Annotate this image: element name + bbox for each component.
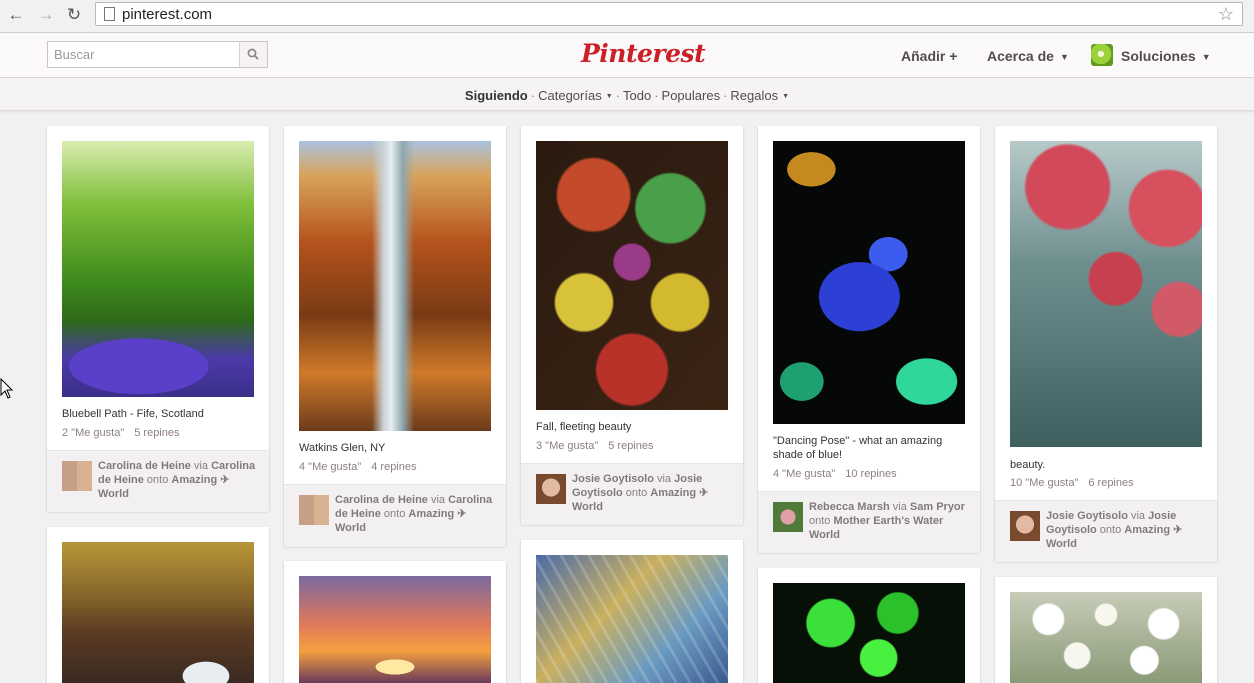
pinner-avatar[interactable] [536, 474, 566, 504]
pin-description: Watkins Glen, NY [299, 442, 386, 454]
mouse-cursor-icon [0, 378, 14, 399]
pin-card[interactable] [995, 577, 1217, 683]
pin-card[interactable]: Watkins Glen, NY 4 "Me gusta" 4 repines C… [284, 126, 506, 547]
pin-image-blue-fish[interactable] [773, 141, 965, 424]
likes-count: 2 "Me gusta" [62, 427, 125, 439]
onto-text: onto [146, 474, 169, 486]
onto-text: onto [1099, 524, 1122, 536]
user-avatar[interactable] [1091, 44, 1113, 66]
pin-card[interactable] [758, 568, 980, 683]
pin-card[interactable] [284, 561, 506, 683]
pin-image-frost-pattern[interactable] [536, 555, 728, 683]
nav-all[interactable]: Todo [623, 88, 651, 103]
pin-description: "Dancing Pose" - what an amazing shade o… [773, 435, 943, 461]
via-text: via [656, 473, 672, 485]
pin-image-sunset[interactable] [299, 576, 491, 683]
pin-attribution: Carolina de Heine via Carolina de Heine … [47, 450, 269, 512]
add-button[interactable]: Añadir + [901, 48, 957, 64]
pin-description: Bluebell Path - Fife, Scotland [62, 408, 204, 420]
pin-card[interactable]: beauty. 10 "Me gusta" 6 repines Josie Goy… [995, 126, 1217, 562]
board-link[interactable]: Mother Earth's Water World [809, 515, 943, 541]
browser-toolbar: ← → ↻ pinterest.com ☆ [0, 0, 1254, 33]
back-arrow-icon[interactable]: ← [6, 5, 26, 25]
pin-image-bluebell-forest[interactable] [62, 141, 254, 397]
pin-card[interactable]: Fall, fleeting beauty 3 "Me gusta" 5 repi… [521, 126, 743, 525]
pinner-avatar[interactable] [62, 461, 92, 491]
search-box [47, 41, 268, 68]
pinner-link[interactable]: Josie Goytisolo [572, 473, 654, 485]
likes-count: 3 "Me gusta" [536, 440, 599, 452]
about-menu[interactable]: Acerca de ▼ [987, 48, 1069, 64]
chevron-down-icon: ▼ [782, 93, 790, 100]
repins-count: 4 repines [371, 461, 417, 473]
reload-icon[interactable]: ↻ [64, 5, 84, 25]
pin-stats: 3 "Me gusta" 5 repines [536, 440, 654, 452]
likes-count: 10 "Me gusta" [1010, 477, 1079, 489]
chevron-down-icon: ▼ [1059, 52, 1069, 62]
about-label: Acerca de [987, 48, 1054, 64]
via-text: via [193, 460, 209, 472]
pin-card[interactable]: Bluebell Path - Fife, Scotland 2 "Me gus… [47, 126, 269, 512]
pin-stats: 10 "Me gusta" 6 repines [1010, 477, 1134, 489]
pin-card[interactable] [47, 527, 269, 683]
nav-categories[interactable]: Categorías [538, 88, 602, 103]
pin-description: beauty. [1010, 459, 1046, 471]
pin-stats: 4 "Me gusta" 10 repines [773, 468, 897, 480]
likes-count: 4 "Me gusta" [299, 461, 362, 473]
pin-image-glowing-mushrooms[interactable] [773, 583, 965, 683]
chevron-down-icon: ▼ [1201, 52, 1211, 62]
pin-attribution: Josie Goytisolo via Josie Goytisolo onto… [995, 500, 1217, 562]
via-text: via [892, 501, 907, 513]
url-text[interactable]: pinterest.com [122, 6, 212, 23]
pin-description: Fall, fleeting beauty [536, 421, 632, 433]
via-text: via [430, 494, 446, 506]
pinner-avatar[interactable] [773, 502, 803, 532]
repins-count: 6 repines [1088, 477, 1134, 489]
site-header: Pinterest Añadir + Acerca de ▼ Soluciones… [0, 33, 1254, 78]
pin-attribution: Carolina de Heine via Carolina de Heine … [284, 484, 506, 547]
pin-stats: 4 "Me gusta" 4 repines [299, 461, 417, 473]
user-menu[interactable]: Soluciones ▼ [1121, 48, 1211, 64]
forward-arrow-icon[interactable]: → [36, 5, 56, 25]
nav-popular[interactable]: Populares [662, 88, 721, 103]
pin-attribution: Rebecca Marsh via Sam Pryor onto Mother … [758, 491, 980, 553]
search-icon [247, 48, 259, 60]
nav-gifts[interactable]: Regalos [730, 88, 778, 103]
pin-card[interactable]: "Dancing Pose" - what an amazing shade o… [758, 126, 980, 553]
onto-text: onto [809, 515, 831, 527]
pinner-link[interactable]: Carolina de Heine [335, 494, 428, 506]
search-input[interactable] [48, 42, 241, 67]
pin-image-autumn-waterfall[interactable] [62, 542, 254, 683]
add-label: Añadir + [901, 48, 958, 64]
repins-count: 5 repines [134, 427, 180, 439]
page-icon [104, 7, 115, 21]
via-link[interactable]: Sam Pryor [910, 501, 965, 513]
pin-stats: 2 "Me gusta" 5 repines [62, 427, 180, 439]
pinterest-logo[interactable]: Pinterest [581, 39, 706, 68]
pinner-link[interactable]: Carolina de Heine [98, 460, 191, 472]
user-label: Soluciones [1121, 48, 1196, 64]
repins-count: 10 repines [845, 468, 897, 480]
pin-image-white-flowers[interactable] [1010, 592, 1202, 683]
pinner-link[interactable]: Rebecca Marsh [809, 501, 890, 513]
chevron-down-icon: ▼ [605, 93, 613, 100]
via-text: via [1130, 510, 1146, 522]
pin-image-autumn-leaves[interactable] [536, 141, 728, 410]
pin-image-pink-flowers[interactable] [1010, 141, 1202, 447]
nav-following[interactable]: Siguiendo [465, 88, 528, 103]
pinner-avatar[interactable] [299, 495, 329, 525]
onto-text: onto [383, 508, 406, 520]
address-bar[interactable]: pinterest.com ☆ [95, 2, 1243, 26]
likes-count: 4 "Me gusta" [773, 468, 836, 480]
pin-image-waterfall-gorge[interactable] [299, 141, 491, 431]
pinner-link[interactable]: Josie Goytisolo [1046, 510, 1128, 522]
pin-card[interactable] [521, 540, 743, 683]
pinner-avatar[interactable] [1010, 511, 1040, 541]
repins-count: 5 repines [608, 440, 654, 452]
onto-text: onto [625, 487, 648, 499]
bookmark-star-icon[interactable]: ☆ [1218, 4, 1234, 25]
category-nav: Siguiendo · Categorías ▼ · Todo · Populares · Reg… [0, 78, 1254, 111]
search-button[interactable] [239, 42, 267, 67]
pin-attribution: Josie Goytisolo via Josie Goytisolo onto… [521, 463, 743, 525]
